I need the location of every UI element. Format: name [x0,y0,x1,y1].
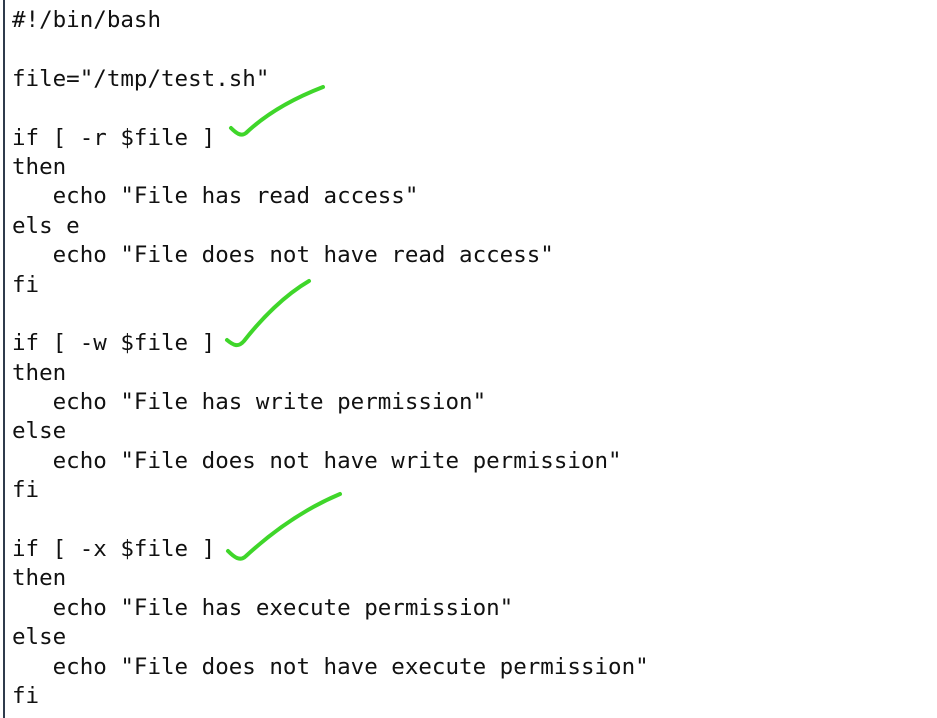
code-line: echo "File does not have execute permiss… [12,653,649,680]
code-line: echo "File does not have read access" [12,242,554,269]
code-line: if [ -x $file ] [12,536,216,563]
code-line: els e [12,212,80,239]
code-line: echo "File has read access" [12,183,419,210]
code-editor[interactable]: #!/bin/bash file="/tmp/test.sh" if [ -r $f… [0,0,937,718]
code-line: then [12,565,67,592]
code-line: fi [12,271,40,298]
code-line: echo "File has execute permission" [12,594,514,621]
code-line: #!/bin/bash [12,7,162,33]
code-line: fi [12,477,40,504]
code-line: if [ -w $file ] [12,330,216,357]
code-line: echo "File does not have write permissio… [12,447,622,474]
code-line: then [12,359,67,386]
code-line: fi [12,682,40,709]
code-line: if [ -r $file ] [12,124,216,151]
code-line: else [12,418,67,445]
code-line: echo "File has write permission" [12,389,487,416]
editor-left-border [3,0,5,718]
code-line: else [12,624,67,651]
code-line: file="/tmp/test.sh" [12,65,270,92]
code-text[interactable]: #!/bin/bash file="/tmp/test.sh" if [ -r $f… [12,6,649,711]
code-line: then [12,153,67,180]
